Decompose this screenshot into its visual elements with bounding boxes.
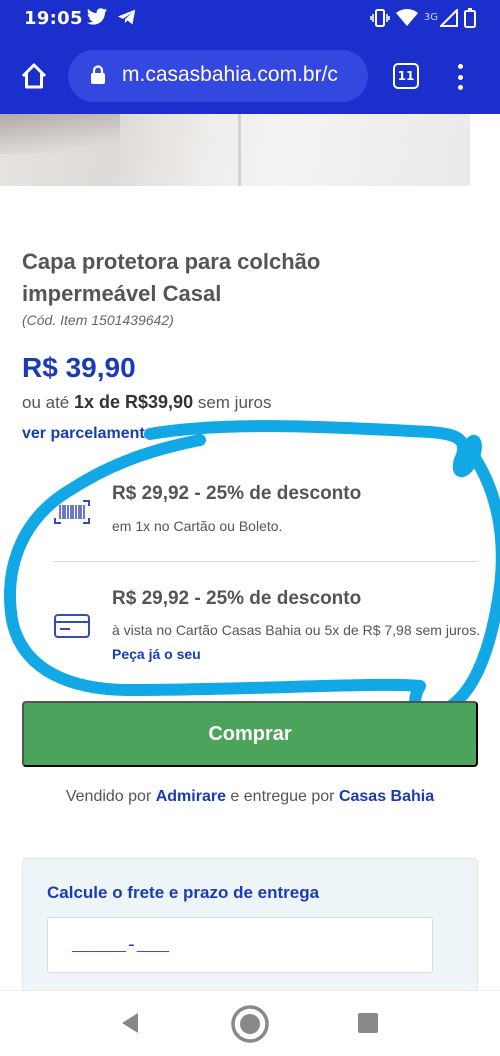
- product-price: R$ 39,90: [22, 352, 136, 383]
- cep-input[interactable]: _____-___: [47, 917, 433, 973]
- android-nav-bar: [0, 990, 500, 1056]
- product-title: Capa protetora para colchão impermeável …: [22, 249, 321, 306]
- back-icon[interactable]: [118, 1011, 142, 1039]
- discount-detail: à vista no Cartão Casas Bahia ou 5x de R…: [112, 618, 492, 666]
- delivery-link[interactable]: Casas Bahia: [339, 788, 434, 805]
- discount-headline: R$ 29,92 - 25% de desconto: [112, 588, 362, 609]
- product-image[interactable]: [0, 114, 500, 186]
- home-icon: [19, 61, 49, 95]
- dot-icon: [457, 64, 463, 69]
- wifi-icon: [395, 9, 418, 31]
- annotation-scribble: [4, 420, 500, 720]
- sold-by-text: Vendido por Admirare e entregue por Casa…: [0, 788, 500, 806]
- url-text: m.casasbahia.com.br/c: [122, 63, 338, 86]
- buy-button[interactable]: Comprar: [22, 701, 478, 767]
- discount-detail: em 1x no Cartão ou Boleto.: [112, 518, 283, 534]
- discount-detail-text: à vista no Cartão Casas Bahia ou 5x de R…: [112, 622, 481, 638]
- battery-icon: [464, 8, 476, 32]
- twitter-icon: [86, 7, 108, 31]
- credit-card-icon: [54, 614, 90, 643]
- telegram-icon: [116, 7, 138, 31]
- discount-headline: R$ 29,92 - 25% de desconto: [112, 483, 362, 504]
- signal-icon: [438, 7, 458, 31]
- lock-icon: [90, 65, 106, 89]
- tab-switcher-button[interactable]: 11: [393, 63, 419, 89]
- dot-icon: [457, 85, 463, 90]
- network-type: 3G: [423, 11, 438, 23]
- seller-link[interactable]: Admirare: [156, 788, 226, 805]
- installments-prefix: ou até: [22, 393, 70, 412]
- sold-by-prefix: Vendido por: [65, 788, 152, 805]
- shipping-title: Calcule o frete e prazo de entrega: [47, 883, 320, 902]
- installments-text: ou até 1x de R$39,90 sem juros: [22, 392, 272, 413]
- installments-suffix: sem juros: [197, 393, 272, 412]
- home-button[interactable]: [14, 58, 54, 98]
- shipping-calculator: Calcule o frete e prazo de entrega _____…: [22, 858, 478, 998]
- status-bar: 19:05 3G: [0, 0, 500, 38]
- home-circle-icon[interactable]: [229, 1003, 271, 1049]
- request-card-link[interactable]: Peça já o seu: [112, 646, 201, 662]
- recents-icon[interactable]: [358, 1013, 378, 1033]
- vibrate-icon: [370, 9, 390, 31]
- browser-toolbar: m.casasbahia.com.br/c 11: [0, 38, 500, 114]
- divider: [54, 561, 478, 562]
- address-bar[interactable]: m.casasbahia.com.br/c: [68, 50, 368, 102]
- installments-value: 1x de R$39,90: [74, 392, 194, 412]
- dot-icon: [457, 74, 463, 80]
- barcode-icon: [54, 500, 90, 529]
- see-installments-link[interactable]: ver parcelamento: [22, 425, 155, 443]
- more-options-button[interactable]: [450, 62, 470, 92]
- clock: 19:05: [24, 8, 83, 29]
- product-code: (Cód. Item 1501439642): [22, 312, 174, 328]
- sold-by-middle: e entregue por: [230, 788, 335, 805]
